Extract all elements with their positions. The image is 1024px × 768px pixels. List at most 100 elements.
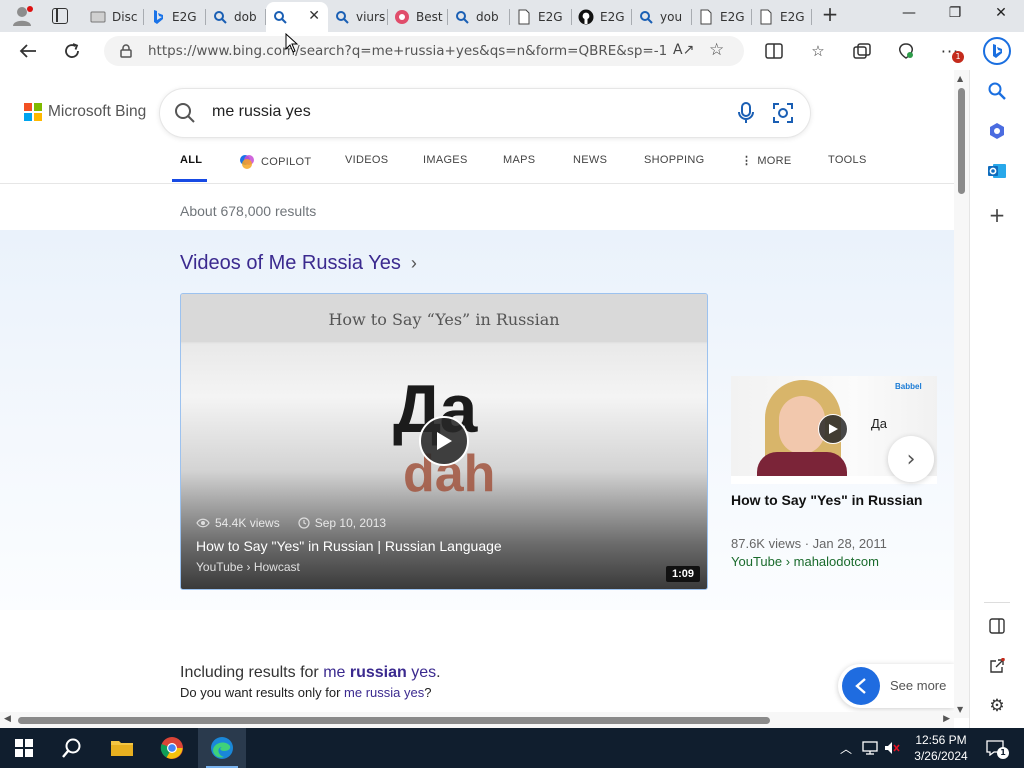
sidebar-external-icon[interactable] xyxy=(986,655,1008,677)
browser-essentials-icon[interactable] xyxy=(896,41,916,61)
minimize-button[interactable]: — xyxy=(894,5,924,25)
carousel-next-button[interactable]: › xyxy=(888,436,934,482)
tab-11[interactable]: E2G xyxy=(752,3,812,30)
close-tab-icon[interactable]: ✕ xyxy=(308,8,320,24)
sidebar-outlook-icon[interactable] xyxy=(986,160,1008,182)
back-button[interactable] xyxy=(17,40,39,62)
address-bar[interactable]: https://www.bing.com/search?q=me+russia+… xyxy=(104,36,744,66)
scope-maps[interactable]: MAPS xyxy=(503,154,535,166)
tab-5[interactable]: Best xyxy=(388,3,448,30)
scroll-left-icon[interactable]: ◀ xyxy=(4,714,11,724)
see-more-button[interactable]: See more xyxy=(838,664,954,708)
collections-icon[interactable] xyxy=(852,41,872,61)
tab-2[interactable]: dob xyxy=(206,3,266,30)
search-box[interactable]: me russia yes xyxy=(160,89,810,137)
lock-icon[interactable] xyxy=(120,44,132,58)
favorites-icon[interactable]: ☆ xyxy=(808,41,828,61)
settings-more-icon[interactable]: ··· 1 xyxy=(940,41,964,63)
refresh-button[interactable] xyxy=(61,40,83,62)
video-card-main[interactable]: How to Say “Yes” in Russian Да dah 54.4K… xyxy=(180,293,708,590)
only-results-line: Do you want results only for me russia y… xyxy=(180,685,432,700)
restore-button[interactable]: ❐ xyxy=(940,5,970,25)
profile-avatar-icon[interactable] xyxy=(11,5,33,27)
vertical-scroll-thumb[interactable] xyxy=(958,88,965,194)
tab-10[interactable]: E2G xyxy=(692,3,752,30)
copilot-icon xyxy=(240,155,254,169)
doc-icon xyxy=(516,9,532,25)
read-aloud-icon[interactable]: A↗ xyxy=(673,42,694,58)
videos-heading-link[interactable]: Videos of Me Russia Yes › xyxy=(180,252,417,275)
new-tab-button[interactable]: + xyxy=(820,4,840,25)
horizontal-scrollbar[interactable]: ◀ ▶ xyxy=(0,712,954,728)
tray-network-icon[interactable] xyxy=(862,740,878,756)
start-button[interactable] xyxy=(0,728,48,768)
tray-chevron-up-icon[interactable]: ︿ xyxy=(838,740,854,756)
search-icon xyxy=(62,738,81,758)
search-query[interactable]: me russia yes xyxy=(212,103,311,121)
scope-news[interactable]: NEWS xyxy=(573,154,607,166)
horizontal-scroll-thumb[interactable] xyxy=(18,717,770,724)
result-count: About 678,000 results xyxy=(180,203,317,219)
windows-logo-icon xyxy=(15,739,33,757)
taskbar-clock[interactable]: 12:56 PM 3/26/2024 xyxy=(906,732,976,764)
scroll-right-icon[interactable]: ▶ xyxy=(943,714,950,724)
split-screen-icon[interactable] xyxy=(764,41,784,61)
video-meta-second: 87.6K views · Jan 28, 2011 xyxy=(731,536,887,551)
sidebar-m365-icon[interactable] xyxy=(986,120,1008,142)
including-link-term3[interactable]: yes xyxy=(407,664,436,681)
url-text[interactable]: https://www.bing.com/search?q=me+russia+… xyxy=(148,43,668,59)
video-title-second[interactable]: How to Say "Yes" in Russian xyxy=(731,492,922,508)
play-icon[interactable] xyxy=(419,416,469,466)
tab-8[interactable]: E2G xyxy=(572,3,632,30)
tab-1[interactable]: E2G xyxy=(144,3,206,30)
scope-more[interactable]: ⋮ MORE xyxy=(741,154,792,168)
sidebar-add-icon[interactable]: + xyxy=(986,203,1008,227)
favorite-star-icon[interactable]: ☆ xyxy=(709,40,724,60)
vertical-scrollbar[interactable]: ▲ ▼ xyxy=(954,70,969,718)
bing-logo[interactable]: Microsoft Bing xyxy=(24,103,146,121)
copilot-bing-icon[interactable] xyxy=(983,37,1011,65)
visual-search-icon[interactable] xyxy=(772,102,794,124)
tab-0[interactable]: Disc xyxy=(84,3,144,30)
search-icon[interactable] xyxy=(174,102,196,124)
search-icon xyxy=(454,9,470,25)
scope-shopping[interactable]: SHOPPING xyxy=(644,154,704,166)
microphone-icon[interactable] xyxy=(738,102,754,124)
video-title[interactable]: How to Say "Yes" in Russian | Russian La… xyxy=(196,538,502,554)
scope-tools[interactable]: TOOLS xyxy=(828,154,867,166)
clock-icon xyxy=(298,517,310,529)
scope-all[interactable]: ALL xyxy=(180,154,202,166)
edge-sidebar: + ⚙ xyxy=(969,70,1024,728)
scope-videos[interactable]: VIDEOS xyxy=(345,154,388,166)
scope-copilot[interactable]: COPILOT xyxy=(239,154,311,170)
close-window-button[interactable]: ✕ xyxy=(986,5,1016,25)
tab-6[interactable]: dob xyxy=(448,3,510,30)
sidebar-settings-gear-icon[interactable]: ⚙ xyxy=(986,695,1008,717)
tab-4[interactable]: viurs xyxy=(328,3,388,30)
windows-taskbar: ︿ 12:56 PM 3/26/2024 1 xyxy=(0,728,1024,768)
scroll-down-icon[interactable]: ▼ xyxy=(957,705,963,714)
scope-images[interactable]: IMAGES xyxy=(423,154,468,166)
sidebar-panel-icon[interactable] xyxy=(986,615,1008,637)
address-bar-row: https://www.bing.com/search?q=me+russia+… xyxy=(0,32,1024,70)
including-link-term2[interactable]: russian xyxy=(350,664,407,681)
scroll-up-icon[interactable]: ▲ xyxy=(957,74,963,83)
taskbar-search-button[interactable] xyxy=(48,728,96,768)
video-answer-section: Videos of Me Russia Yes › How to Say “Ye… xyxy=(0,230,954,610)
sidebar-search-icon[interactable] xyxy=(986,80,1008,102)
tab-7[interactable]: E2G xyxy=(510,3,572,30)
tab-3-active[interactable]: ✕ xyxy=(266,2,328,32)
tab-actions-icon[interactable] xyxy=(52,8,68,24)
active-scope-underline xyxy=(172,179,207,182)
taskbar-file-explorer[interactable] xyxy=(98,728,146,768)
tray-volume-muted-icon[interactable] xyxy=(884,740,900,756)
including-link-term1[interactable]: me xyxy=(323,664,350,681)
only-results-link[interactable]: me russia yes xyxy=(344,685,424,700)
chevron-right-icon: › xyxy=(906,446,916,472)
taskbar-edge[interactable] xyxy=(198,728,246,768)
video-source-second[interactable]: YouTube › mahalodotcom xyxy=(731,554,879,569)
taskbar-chrome[interactable] xyxy=(148,728,196,768)
action-center-icon[interactable]: 1 xyxy=(985,738,1009,759)
play-icon[interactable] xyxy=(818,414,848,444)
tab-9[interactable]: you xyxy=(632,3,692,30)
